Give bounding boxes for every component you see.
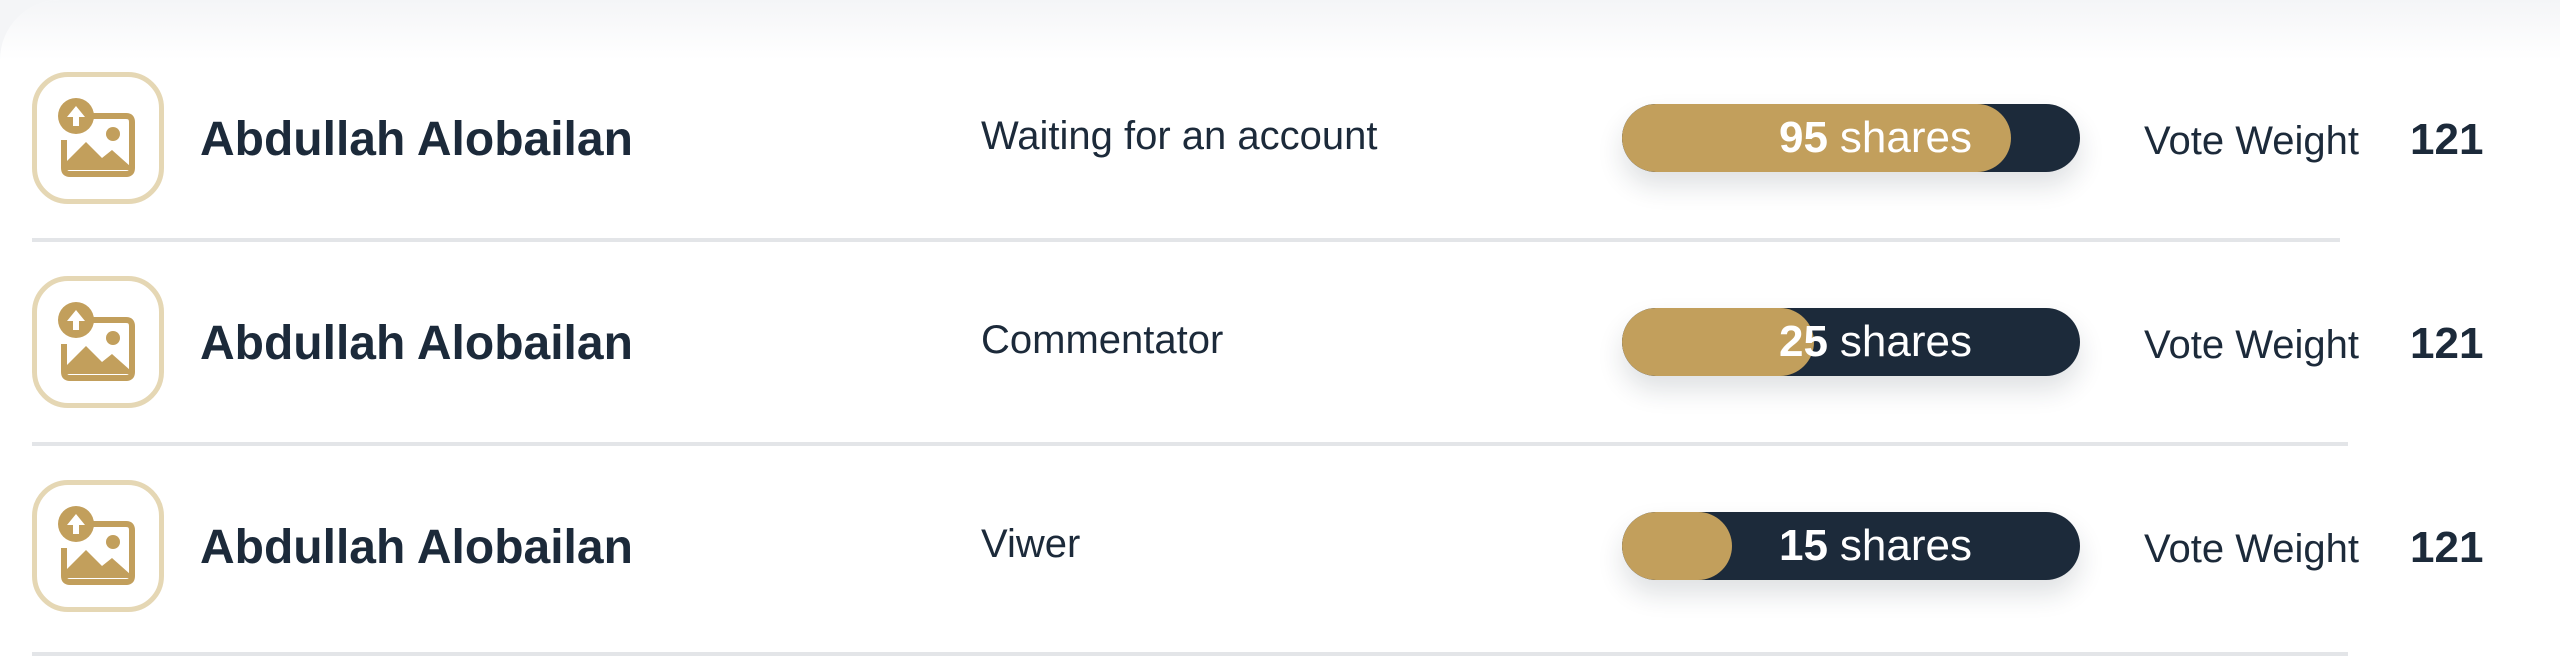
shares-count: 25 [1778, 317, 1828, 366]
vote-weight-label: Vote Weight [2144, 323, 2359, 367]
member-name: Abdullah Alobailan [200, 113, 633, 166]
vote-weight-value: 121 [2410, 115, 2484, 164]
row-divider [32, 652, 2348, 656]
member-row[interactable]: Abdullah Alobailan Viwer 15 shares Vote … [0, 408, 2560, 612]
member-avatar[interactable] [32, 276, 164, 408]
vote-weight-value: 121 [2410, 319, 2484, 368]
member-avatar[interactable] [32, 480, 164, 612]
shares-bar: 25 shares [1622, 308, 2080, 376]
member-avatar[interactable] [32, 72, 164, 204]
member-name: Abdullah Alobailan [200, 317, 633, 370]
shares-count: 95 [1778, 113, 1828, 162]
member-row[interactable]: Abdullah Alobailan Commentator 25 shares… [0, 204, 2560, 408]
vote-weight-label: Vote Weight [2144, 119, 2359, 163]
image-upload-icon [58, 506, 135, 585]
member-role: Waiting for an account [981, 114, 1378, 158]
member-row[interactable]: Abdullah Alobailan Waiting for an accoun… [0, 0, 2560, 204]
members-panel: Abdullah Alobailan Waiting for an accoun… [0, 0, 2560, 662]
vote-weight-value: 121 [2410, 523, 2484, 572]
shares-unit: shares [1839, 113, 1972, 162]
member-role: Viwer [981, 522, 1081, 566]
shares-bar: 15 shares [1622, 512, 2080, 580]
shares-unit: shares [1839, 317, 1972, 366]
shares-unit: shares [1839, 521, 1972, 570]
member-name: Abdullah Alobailan [200, 521, 633, 574]
image-upload-icon [58, 302, 135, 381]
member-role: Commentator [981, 318, 1224, 362]
image-upload-icon [58, 98, 135, 177]
shares-count: 15 [1778, 521, 1828, 570]
shares-bar: 95 shares [1622, 104, 2080, 172]
vote-weight-label: Vote Weight [2144, 527, 2359, 571]
